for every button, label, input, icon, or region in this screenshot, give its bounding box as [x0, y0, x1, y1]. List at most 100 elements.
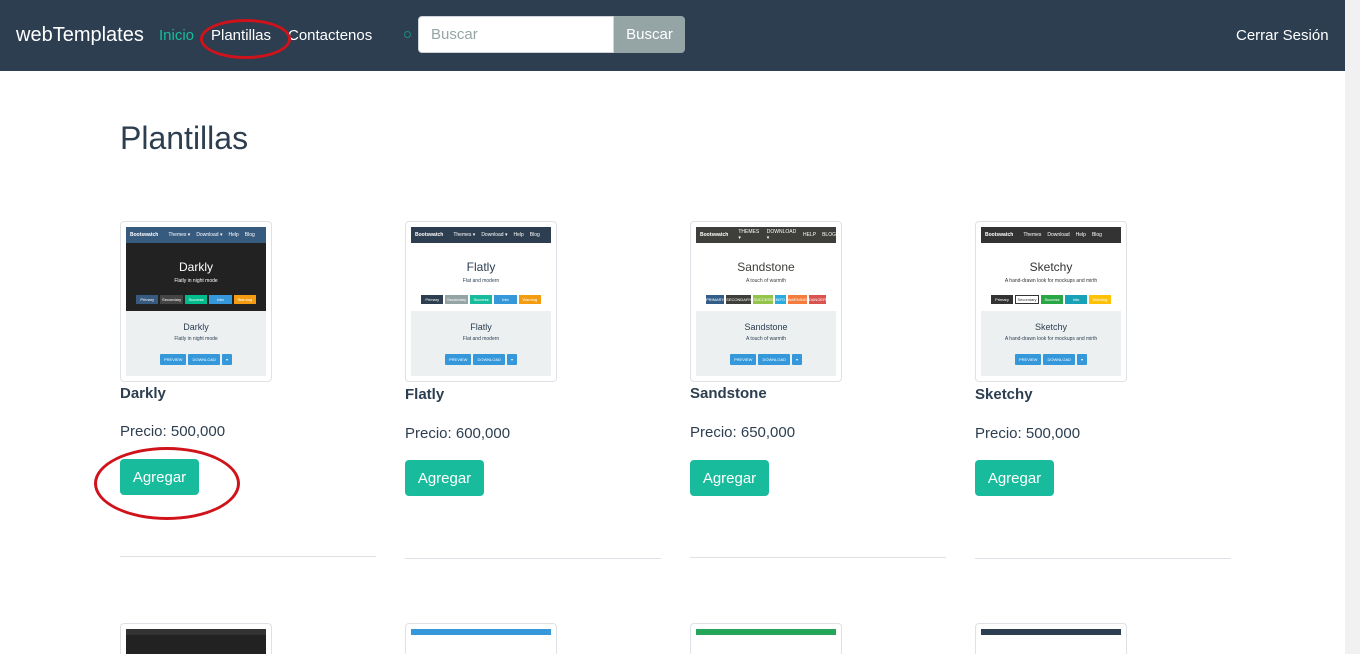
template-price: Precio: 500,000: [120, 423, 225, 440]
price-value: 500,000: [170, 423, 226, 440]
thumb-hero-subtitle: Flatly in night mode: [174, 278, 218, 284]
thumb-lower-title: Darkly: [183, 322, 209, 332]
nav-link-plantillas[interactable]: Plantillas: [211, 27, 271, 44]
thumb-action-button: ▾: [222, 354, 233, 365]
template-thumbnail[interactable]: Bootswatch THEMES ▾ DOWNLOAD ▾ HELP BLOG San…: [690, 221, 842, 382]
thumb-lower-subtitle: A hand-drawn look for mockups and mirth: [1004, 336, 1098, 342]
thumb-lower-title: Sketchy: [1034, 322, 1067, 332]
thumb-nav-item: Help: [1075, 232, 1086, 238]
thumb-preview-bar: [411, 629, 551, 635]
thumb-preview: [411, 629, 551, 654]
card-divider: [405, 558, 661, 559]
thumb-nav-item: DOWNLOAD ▾: [766, 229, 797, 241]
thumb-navbar: Bootswatch Themes ▾ Download ▾ Help Blog: [411, 227, 551, 243]
price-prefix: Precio:: [690, 424, 741, 441]
thumb-action-button: PREVIEW: [444, 354, 472, 365]
thumb-swatch-button: SUCCESS: [753, 295, 773, 304]
thumb-nav-item: THEMES ▾: [738, 229, 760, 241]
thumb-swatch-button: Warning: [233, 295, 257, 304]
thumb-hero-title: Sketchy: [1029, 260, 1073, 274]
thumb-nav-item: HELP: [803, 232, 817, 238]
template-name: Sandstone: [690, 385, 767, 402]
thumb-preview: [126, 629, 266, 654]
thumb-nav-item: Help: [513, 232, 524, 238]
price-prefix: Precio:: [975, 425, 1026, 442]
thumb-lower-subtitle: A touch of warmth: [745, 336, 787, 342]
logout-link[interactable]: Cerrar Sesión: [1236, 27, 1329, 44]
template-name: Flatly: [405, 386, 445, 403]
thumb-action-button: DOWNLOAD: [473, 354, 505, 365]
thumb-action-button: ▾: [507, 354, 518, 365]
add-button[interactable]: Agregar: [120, 459, 199, 495]
search-icon: [404, 31, 411, 38]
template-thumbnail[interactable]: Bootswatch Themes ▾ Download ▾ Help Blog Dar…: [120, 221, 272, 382]
thumb-hero: Sandstone A touch of warmth PRIMARY SECON…: [696, 243, 836, 311]
template-name: Sketchy: [975, 386, 1033, 403]
template-thumbnail[interactable]: Bootswatch Themes ▾ Download ▾ Help Blog Fla…: [405, 221, 557, 382]
thumb-hero: Darkly Flatly in night mode Primary Secon…: [126, 243, 266, 311]
nav-link-contactenos[interactable]: Contactenos: [288, 27, 372, 44]
search-button[interactable]: Buscar: [614, 16, 685, 53]
thumb-actions: PREVIEW DOWNLOAD ▾: [696, 354, 836, 365]
thumb-action-button: DOWNLOAD: [1043, 354, 1075, 365]
thumb-nav-item: Themes ▾: [453, 232, 476, 238]
thumb-nav-item: Blog: [1091, 232, 1102, 238]
thumb-nav-item: Bootswatch: [130, 232, 159, 238]
thumb-swatch-button: Warning: [518, 295, 542, 304]
template-thumbnail-next-row[interactable]: [690, 623, 842, 654]
nav-link-inicio[interactable]: Inicio: [159, 27, 194, 44]
thumb-navbar: Bootswatch Themes Download Help Blog: [981, 227, 1121, 243]
template-thumbnail-next-row[interactable]: [405, 623, 557, 654]
card-divider: [975, 558, 1231, 559]
price-value: 600,000: [455, 425, 511, 442]
navbar: webTemplates Inicio Plantillas Contacten…: [0, 0, 1345, 71]
thumb-actions: PREVIEW DOWNLOAD ▾: [411, 354, 551, 365]
thumb-action-button: PREVIEW: [1014, 354, 1042, 365]
price-prefix: Precio:: [120, 423, 171, 440]
template-thumbnail-next-row[interactable]: [120, 623, 272, 654]
thumb-swatch-button: Info: [209, 295, 232, 304]
thumb-swatch-button: SECONDARY: [726, 295, 752, 304]
scrollbar-track[interactable]: [1345, 0, 1360, 654]
thumb-lower-title: Flatly: [470, 322, 492, 332]
template-thumbnail[interactable]: Bootswatch Themes Download Help Blog Sketchy…: [975, 221, 1127, 382]
thumb-hero-title: Flatly: [466, 260, 496, 274]
add-button[interactable]: Agregar: [405, 460, 484, 496]
thumb-nav-item: BLOG: [822, 232, 836, 238]
thumb-action-button: PREVIEW: [159, 354, 187, 365]
add-button[interactable]: Agregar: [690, 460, 769, 496]
thumb-hero: Flatly Flat and modern Primary Secondary S…: [411, 243, 551, 311]
thumb-action-button: DOWNLOAD: [758, 354, 790, 365]
thumb-hero-title: Sandstone: [737, 260, 795, 274]
thumb-nav-item: Themes ▾: [168, 232, 191, 238]
thumb-lower: Sketchy A hand-drawn look for mockups an…: [981, 311, 1121, 376]
brand-logo[interactable]: webTemplates: [16, 24, 144, 47]
thumb-action-button: ▾: [792, 354, 803, 365]
thumb-lower-title: Sandstone: [744, 322, 788, 332]
thumb-actions: PREVIEW DOWNLOAD ▾: [981, 354, 1121, 365]
thumb-preview-bar: [126, 629, 266, 635]
thumb-nav-item: Download ▾: [481, 232, 508, 238]
thumb-swatch-button: WARNING: [787, 295, 807, 304]
card-divider: [120, 556, 376, 557]
thumb-swatch-button: Secondary: [160, 295, 183, 304]
thumb-nav-item: Bootswatch: [985, 232, 1014, 238]
thumb-hero-subtitle: Flat and modern: [462, 278, 500, 284]
thumb-nav-item: Download: [1047, 232, 1070, 238]
thumb-lower: Flatly Flat and modern PREVIEW DOWNLOAD ▾: [411, 311, 551, 376]
thumb-nav-item: Help: [228, 232, 239, 238]
add-button[interactable]: Agregar: [975, 460, 1054, 496]
thumb-swatches: Primary Secondary Success Info Warning: [991, 295, 1111, 304]
template-thumbnail-next-row[interactable]: [975, 623, 1127, 654]
template-price: Precio: 650,000: [690, 424, 795, 441]
thumb-lower-subtitle: Flat and modern: [462, 336, 500, 342]
thumb-swatch-button: Primary: [991, 295, 1013, 304]
thumb-action-button: DOWNLOAD: [188, 354, 220, 365]
search-input[interactable]: [418, 16, 614, 53]
thumb-swatches: PRIMARY SECONDARY SUCCESS INFO WARNING DANGER: [706, 295, 826, 304]
thumb-swatch-button: PRIMARY: [706, 295, 725, 304]
thumb-swatch-button: INFO: [774, 295, 786, 304]
thumb-swatch-button: Secondary: [445, 295, 468, 304]
thumb-nav-item: Bootswatch: [415, 232, 444, 238]
thumb-hero-subtitle: A hand-drawn look for mockups and mirth: [1004, 278, 1098, 284]
